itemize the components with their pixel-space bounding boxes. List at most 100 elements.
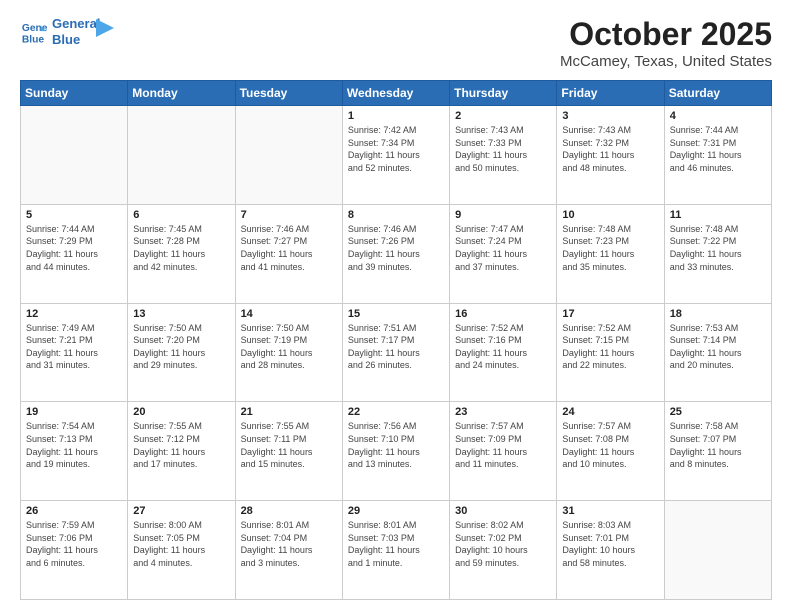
- day-info: Sunrise: 7:44 AM Sunset: 7:29 PM Dayligh…: [26, 223, 122, 273]
- calendar-day-header: Friday: [557, 81, 664, 106]
- day-info: Sunrise: 8:03 AM Sunset: 7:01 PM Dayligh…: [562, 519, 658, 569]
- day-info: Sunrise: 7:48 AM Sunset: 7:22 PM Dayligh…: [670, 223, 766, 273]
- day-info: Sunrise: 8:00 AM Sunset: 7:05 PM Dayligh…: [133, 519, 229, 569]
- calendar-week-row: 12Sunrise: 7:49 AM Sunset: 7:21 PM Dayli…: [21, 303, 772, 402]
- calendar-table: SundayMondayTuesdayWednesdayThursdayFrid…: [20, 80, 772, 600]
- calendar-cell: 26 Sunrise: 7:59 AM Sunset: 7:06 PM Dayli…: [21, 501, 128, 600]
- main-title: October 2025: [560, 16, 772, 53]
- svg-text:Blue: Blue: [22, 34, 45, 45]
- calendar-cell: 10 Sunrise: 7:48 AM Sunset: 7:23 PM Dayli…: [557, 204, 664, 303]
- calendar-cell: 28 Sunrise: 8:01 AM Sunset: 7:04 PM Dayli…: [235, 501, 342, 600]
- day-number: 18: [670, 308, 766, 320]
- calendar-cell: 30 Sunrise: 8:02 AM Sunset: 7:02 PM Dayli…: [450, 501, 557, 600]
- day-number: 31: [562, 505, 658, 517]
- day-info: Sunrise: 7:55 AM Sunset: 7:12 PM Dayligh…: [133, 420, 229, 470]
- calendar-day-header: Wednesday: [342, 81, 449, 106]
- calendar-cell: 22Sunrise: 7:56 AM Sunset: 7:10 PM Dayli…: [342, 402, 449, 501]
- day-number: 3: [562, 110, 658, 122]
- day-number: 14: [241, 308, 337, 320]
- day-number: 12: [26, 308, 122, 320]
- calendar-cell: 19 Sunrise: 7:54 AM Sunset: 7:13 PM Dayli…: [21, 402, 128, 501]
- logo-general: General: [52, 16, 100, 32]
- day-number: 19: [26, 406, 122, 418]
- calendar-cell: 9 Sunrise: 7:47 AM Sunset: 7:24 PM Daylig…: [450, 204, 557, 303]
- calendar-cell: 18 Sunrise: 7:53 AM Sunset: 7:14 PM Dayli…: [664, 303, 771, 402]
- day-info: Sunrise: 7:54 AM Sunset: 7:13 PM Dayligh…: [26, 420, 122, 470]
- day-info: Sunrise: 7:46 AM Sunset: 7:27 PM Dayligh…: [241, 223, 337, 273]
- day-info: Sunrise: 7:44 AM Sunset: 7:31 PM Dayligh…: [670, 124, 766, 174]
- calendar-cell: 11 Sunrise: 7:48 AM Sunset: 7:22 PM Dayli…: [664, 204, 771, 303]
- day-info: Sunrise: 7:53 AM Sunset: 7:14 PM Dayligh…: [670, 322, 766, 372]
- day-number: 20: [133, 406, 229, 418]
- day-info: Sunrise: 7:55 AM Sunset: 7:11 PM Dayligh…: [241, 420, 337, 470]
- day-number: 9: [455, 209, 551, 221]
- day-info: Sunrise: 7:43 AM Sunset: 7:32 PM Dayligh…: [562, 124, 658, 174]
- calendar-week-row: 5 Sunrise: 7:44 AM Sunset: 7:29 PM Daylig…: [21, 204, 772, 303]
- day-number: 24: [562, 406, 658, 418]
- day-number: 10: [562, 209, 658, 221]
- day-number: 25: [670, 406, 766, 418]
- day-number: 6: [133, 209, 229, 221]
- logo-icon: General Blue: [20, 18, 48, 46]
- calendar-week-row: 26 Sunrise: 7:59 AM Sunset: 7:06 PM Dayli…: [21, 501, 772, 600]
- calendar-header-row: SundayMondayTuesdayWednesdayThursdayFrid…: [21, 81, 772, 106]
- day-number: 15: [348, 308, 444, 320]
- day-number: 23: [455, 406, 551, 418]
- day-info: Sunrise: 7:51 AM Sunset: 7:17 PM Dayligh…: [348, 322, 444, 372]
- calendar-cell: [664, 501, 771, 600]
- logo-blue: Blue: [52, 32, 100, 48]
- day-number: 5: [26, 209, 122, 221]
- day-number: 17: [562, 308, 658, 320]
- title-block: October 2025 McCamey, Texas, United Stat…: [560, 16, 772, 70]
- day-number: 11: [670, 209, 766, 221]
- day-info: Sunrise: 7:59 AM Sunset: 7:06 PM Dayligh…: [26, 519, 122, 569]
- day-number: 7: [241, 209, 337, 221]
- day-info: Sunrise: 7:46 AM Sunset: 7:26 PM Dayligh…: [348, 223, 444, 273]
- day-info: Sunrise: 7:50 AM Sunset: 7:20 PM Dayligh…: [133, 322, 229, 372]
- calendar-cell: 8 Sunrise: 7:46 AM Sunset: 7:26 PM Daylig…: [342, 204, 449, 303]
- day-info: Sunrise: 8:02 AM Sunset: 7:02 PM Dayligh…: [455, 519, 551, 569]
- calendar-week-row: 1Sunrise: 7:42 AM Sunset: 7:34 PM Daylig…: [21, 106, 772, 205]
- day-number: 4: [670, 110, 766, 122]
- day-info: Sunrise: 7:56 AM Sunset: 7:10 PM Dayligh…: [348, 420, 444, 470]
- calendar-cell: 16Sunrise: 7:52 AM Sunset: 7:16 PM Dayli…: [450, 303, 557, 402]
- calendar-cell: 14 Sunrise: 7:50 AM Sunset: 7:19 PM Dayli…: [235, 303, 342, 402]
- calendar-day-header: Sunday: [21, 81, 128, 106]
- calendar-cell: 1Sunrise: 7:42 AM Sunset: 7:34 PM Daylig…: [342, 106, 449, 205]
- day-info: Sunrise: 7:42 AM Sunset: 7:34 PM Dayligh…: [348, 124, 444, 174]
- calendar-cell: 27 Sunrise: 8:00 AM Sunset: 7:05 PM Dayli…: [128, 501, 235, 600]
- calendar-cell: 3 Sunrise: 7:43 AM Sunset: 7:32 PM Daylig…: [557, 106, 664, 205]
- day-info: Sunrise: 7:57 AM Sunset: 7:09 PM Dayligh…: [455, 420, 551, 470]
- calendar-cell: 24 Sunrise: 7:57 AM Sunset: 7:08 PM Dayli…: [557, 402, 664, 501]
- day-info: Sunrise: 7:48 AM Sunset: 7:23 PM Dayligh…: [562, 223, 658, 273]
- calendar-day-header: Saturday: [664, 81, 771, 106]
- day-info: Sunrise: 8:01 AM Sunset: 7:03 PM Dayligh…: [348, 519, 444, 569]
- calendar-day-header: Thursday: [450, 81, 557, 106]
- day-number: 27: [133, 505, 229, 517]
- day-info: Sunrise: 7:58 AM Sunset: 7:07 PM Dayligh…: [670, 420, 766, 470]
- page: General Blue General Blue October 2025 M…: [0, 0, 792, 612]
- calendar-cell: 25 Sunrise: 7:58 AM Sunset: 7:07 PM Dayli…: [664, 402, 771, 501]
- calendar-cell: [128, 106, 235, 205]
- calendar-cell: 5 Sunrise: 7:44 AM Sunset: 7:29 PM Daylig…: [21, 204, 128, 303]
- calendar-cell: 20 Sunrise: 7:55 AM Sunset: 7:12 PM Dayli…: [128, 402, 235, 501]
- calendar-day-header: Monday: [128, 81, 235, 106]
- day-info: Sunrise: 7:47 AM Sunset: 7:24 PM Dayligh…: [455, 223, 551, 273]
- day-number: 29: [348, 505, 444, 517]
- day-number: 30: [455, 505, 551, 517]
- day-info: Sunrise: 7:45 AM Sunset: 7:28 PM Dayligh…: [133, 223, 229, 273]
- day-number: 28: [241, 505, 337, 517]
- calendar-cell: 7 Sunrise: 7:46 AM Sunset: 7:27 PM Daylig…: [235, 204, 342, 303]
- calendar-week-row: 19 Sunrise: 7:54 AM Sunset: 7:13 PM Dayli…: [21, 402, 772, 501]
- calendar-cell: 4 Sunrise: 7:44 AM Sunset: 7:31 PM Daylig…: [664, 106, 771, 205]
- day-info: Sunrise: 7:50 AM Sunset: 7:19 PM Dayligh…: [241, 322, 337, 372]
- calendar-cell: 29 Sunrise: 8:01 AM Sunset: 7:03 PM Dayli…: [342, 501, 449, 600]
- day-number: 2: [455, 110, 551, 122]
- day-info: Sunrise: 8:01 AM Sunset: 7:04 PM Dayligh…: [241, 519, 337, 569]
- day-info: Sunrise: 7:43 AM Sunset: 7:33 PM Dayligh…: [455, 124, 551, 174]
- day-number: 21: [241, 406, 337, 418]
- day-number: 8: [348, 209, 444, 221]
- day-info: Sunrise: 7:57 AM Sunset: 7:08 PM Dayligh…: [562, 420, 658, 470]
- calendar-cell: 23 Sunrise: 7:57 AM Sunset: 7:09 PM Dayli…: [450, 402, 557, 501]
- day-number: 26: [26, 505, 122, 517]
